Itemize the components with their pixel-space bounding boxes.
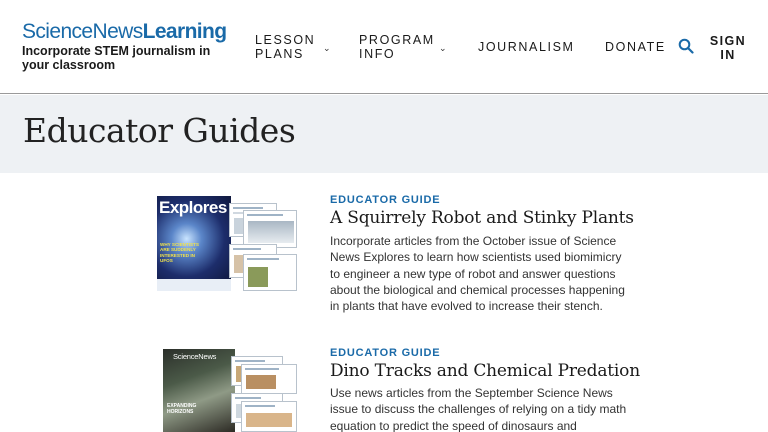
- cover-footer: [157, 279, 231, 291]
- sign-in-link[interactable]: SIGN IN: [708, 34, 748, 62]
- guide-title[interactable]: Dino Tracks and Chemical Predation: [330, 361, 640, 381]
- site-logo[interactable]: ScienceNewsLearning Incorporate STEM jou…: [22, 20, 237, 72]
- cover-title: ScienceNews: [173, 352, 217, 361]
- article-page: [241, 364, 297, 394]
- nav-lesson-plans-label: LESSON PLANS: [255, 33, 316, 61]
- search-icon: [678, 38, 694, 54]
- nav-lesson-plans[interactable]: LESSON PLANS ⌄: [255, 33, 332, 61]
- cover-headline: EXPANDING HORIZONS: [167, 403, 197, 415]
- page-title: Educator Guides: [23, 111, 296, 150]
- guide-kicker[interactable]: EDUCATOR GUIDE: [330, 194, 440, 206]
- logo-part-sciencenews: ScienceNews: [22, 20, 143, 43]
- chevron-down-icon: ⌄: [323, 43, 333, 53]
- magazine-cover: Explores WHY SCIENTISTS ARE SUDDENLY INT…: [157, 196, 231, 291]
- article-page: [243, 254, 297, 291]
- site-header: ScienceNewsLearning Incorporate STEM jou…: [0, 0, 768, 94]
- guide-title[interactable]: A Squirrely Robot and Stinky Plants: [330, 208, 634, 228]
- search-button[interactable]: [678, 38, 694, 54]
- nav-donate[interactable]: DONATE: [605, 40, 666, 54]
- guide-kicker[interactable]: EDUCATOR GUIDE: [330, 347, 440, 359]
- article-page: [241, 401, 297, 432]
- guide-description: Use news articles from the September Sci…: [330, 386, 627, 432]
- magazine-cover: ScienceNews EXPANDING HORIZONS: [163, 349, 235, 432]
- cover-headline: WHY SCIENTISTS ARE SUDDENLY INTERESTED I…: [160, 242, 199, 264]
- sign-in-label: SIGN IN: [709, 34, 747, 62]
- guide-thumbnail[interactable]: ScienceNews EXPANDING HORIZONS: [157, 349, 297, 432]
- nav-program-info-label: PROGRAM INFO: [359, 33, 435, 61]
- article-page: [243, 210, 297, 248]
- site-tagline: Incorporate STEM journalism in your clas…: [22, 44, 211, 72]
- chevron-down-icon: ⌄: [439, 43, 449, 53]
- logo-wordmark[interactable]: ScienceNewsLearning: [22, 20, 237, 44]
- guide-thumbnail[interactable]: Explores WHY SCIENTISTS ARE SUDDENLY INT…: [157, 196, 297, 291]
- nav-journalism-label: JOURNALISM: [478, 40, 575, 54]
- nav-donate-label: DONATE: [605, 40, 666, 54]
- nav-journalism[interactable]: JOURNALISM: [478, 40, 575, 54]
- logo-part-learning: Learning: [142, 20, 227, 43]
- guide-description: Incorporate articles from the October is…: [330, 234, 625, 314]
- cover-title: Explores: [159, 198, 227, 217]
- nav-program-info[interactable]: PROGRAM INFO ⌄: [359, 33, 448, 61]
